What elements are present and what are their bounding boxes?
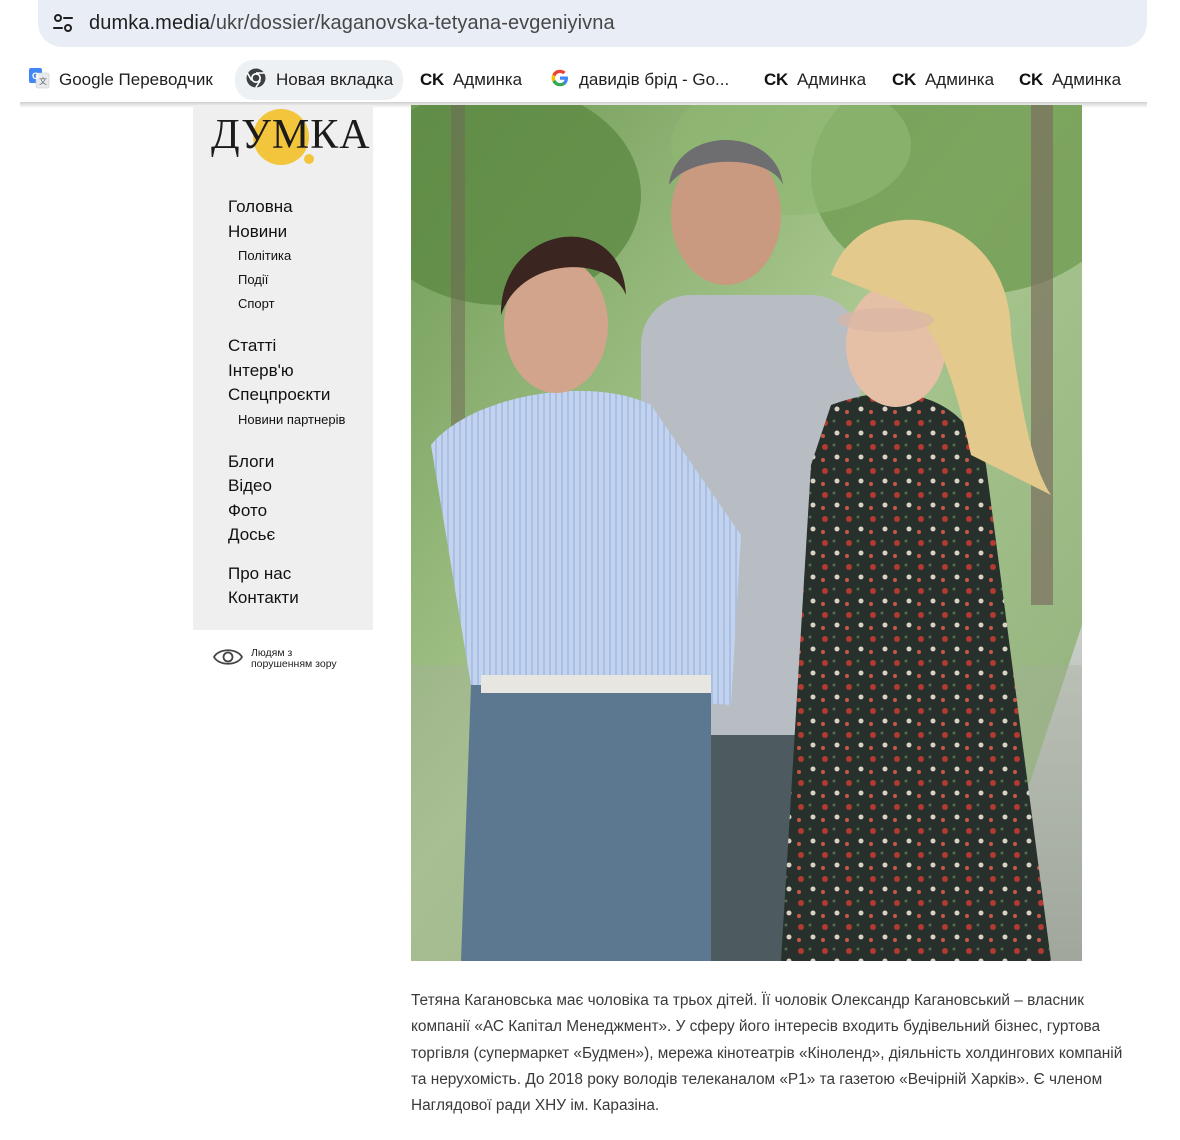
logo-text: ДУМКА [211, 112, 371, 158]
nav-item-contacts[interactable]: Контакти [228, 586, 373, 611]
bookmark-label: Админка [924, 70, 995, 89]
nav-subitem-sport[interactable]: Спорт [228, 292, 373, 316]
bookmarks-bar: G 文 Google Переводчик Новая вкладка CK А… [20, 58, 1147, 102]
article-photo [411, 105, 1082, 961]
nav-item-news[interactable]: Новини [228, 220, 373, 245]
google-g-icon [550, 68, 570, 93]
tune-icon[interactable] [47, 7, 79, 39]
photo-illustration [411, 105, 1082, 961]
bookmark-label: Новая вкладка [276, 70, 394, 89]
ck-logo: CK [420, 70, 444, 89]
bookmark-new-tab[interactable]: Новая вкладка [235, 60, 404, 100]
bookmark-google-translate[interactable]: G 文 Google Переводчик [28, 58, 213, 102]
bookmark-label: Google Переводчик [59, 70, 213, 89]
svg-text:文: 文 [39, 76, 47, 86]
ck-logo: CK [764, 70, 788, 89]
nav-subitem-politics[interactable]: Політика [228, 244, 373, 268]
chrome-icon [245, 67, 267, 94]
ck-logo: CK [1019, 70, 1043, 89]
accessibility-toggle[interactable]: Людям з порушенням зору [212, 645, 372, 673]
nav-item-interviews[interactable]: Інтерв'ю [228, 359, 373, 384]
site-logo[interactable]: ДУМКА [211, 109, 370, 171]
nav-item-video[interactable]: Відео [228, 474, 373, 499]
bookmark-admin-2[interactable]: CK Админка [764, 58, 866, 102]
svg-text:G: G [32, 71, 39, 81]
nav-subitem-events[interactable]: Події [228, 268, 373, 292]
bookmark-admin-3[interactable]: CK Админка [892, 58, 994, 102]
bookmark-admin-4[interactable]: CK Админка [1019, 58, 1121, 102]
eye-icon [212, 645, 244, 674]
nav-item-home[interactable]: Головна [228, 195, 373, 220]
bookmark-label: Админка [452, 70, 523, 89]
nav-item-articles[interactable]: Статті [228, 334, 373, 359]
url-host: dumka.media [89, 12, 211, 34]
address-bar[interactable]: dumka.media/ukr/dossier/kaganovska-tetya… [38, 0, 1147, 47]
nav-item-photo[interactable]: Фото [228, 499, 373, 524]
bookmark-admin-1[interactable]: CK Админка [420, 58, 522, 102]
bookmark-google-search[interactable]: давидів брід - Go... [550, 58, 729, 102]
bookmark-label: давидів брід - Go... [579, 70, 730, 89]
nav-item-dossier[interactable]: Досьє [228, 523, 373, 548]
main-nav: Головна Новини Політика Події Спорт Стат… [228, 195, 373, 611]
nav-subitem-partner-news[interactable]: Новини партнерів [228, 408, 373, 432]
nav-item-about[interactable]: Про нас [228, 562, 373, 587]
google-translate-icon: G 文 [28, 67, 50, 94]
site-sidebar: ДУМКА Головна Новини Політика Події Спор… [193, 105, 373, 630]
bookmark-label: Админка [796, 70, 867, 89]
accessibility-label: Людям з порушенням зору [251, 647, 337, 670]
nav-item-special-projects[interactable]: Спецпроєкти [228, 383, 373, 408]
photo-caption: Тетяна Кагановська має чоловіка та трьох… [411, 992, 1123, 1115]
url-text[interactable]: dumka.media/ukr/dossier/kaganovska-tetya… [89, 12, 615, 35]
url-path: /ukr/dossier/kaganovska-tetyana-evgeniyi… [210, 12, 615, 34]
ck-logo: CK [892, 70, 916, 89]
nav-item-blogs[interactable]: Блоги [228, 450, 373, 475]
bookmark-label: Админка [1051, 70, 1122, 89]
